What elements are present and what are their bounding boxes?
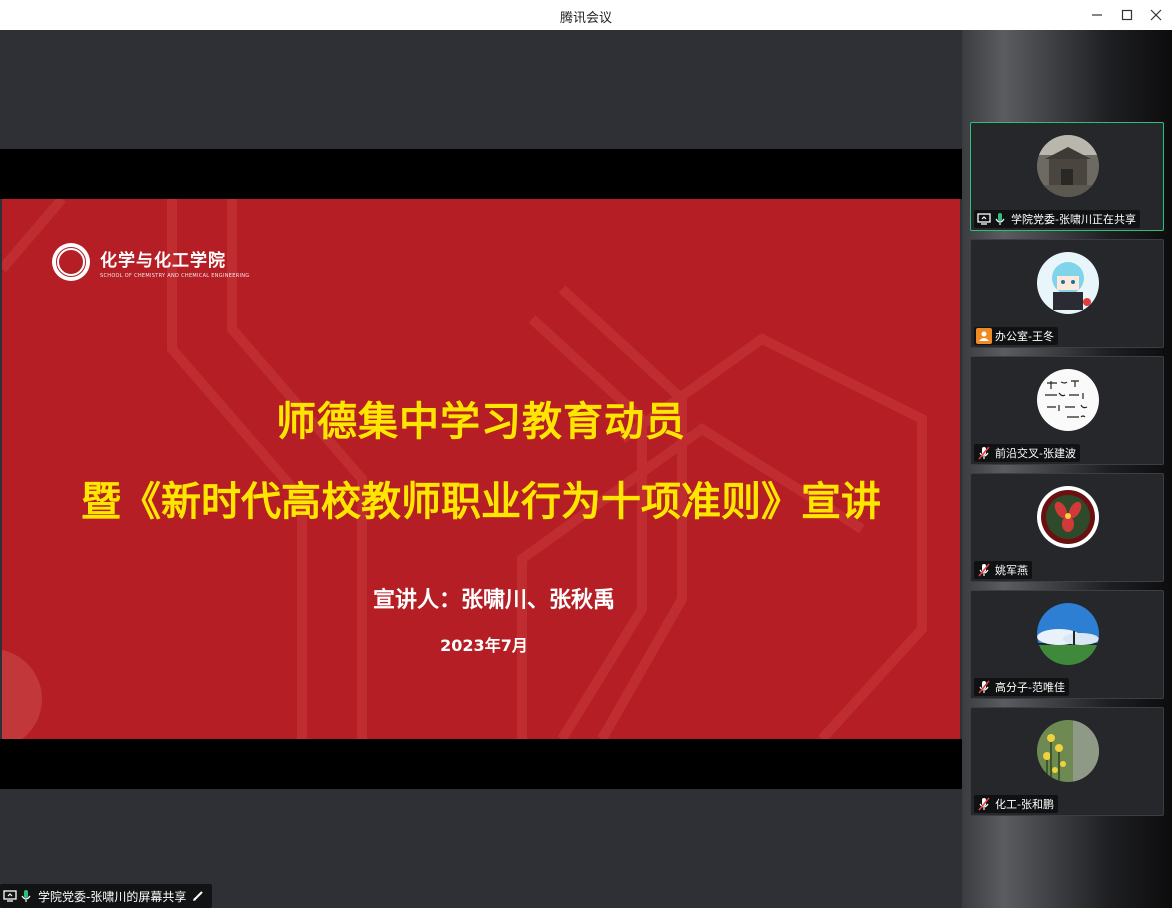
logo-english-name: SCHOOL OF CHEMISTRY AND CHEMICAL ENGINEE… — [100, 272, 250, 279]
participant-name: 高分子-范唯佳 — [995, 681, 1065, 694]
anime-character-icon — [1037, 252, 1099, 314]
annotate-pen-icon[interactable] — [190, 888, 206, 904]
window-titlebar: 腾讯会议 — [0, 0, 1172, 30]
participant-name: 化工-张和鹏 — [995, 798, 1054, 811]
maximize-button[interactable] — [1114, 3, 1140, 27]
calligraphy-icon — [1037, 369, 1099, 431]
letterbox-bottom — [0, 739, 962, 789]
sky-landscape-icon — [1037, 603, 1099, 665]
mic-muted-icon — [976, 562, 992, 578]
participant-name: 姚军燕 — [995, 564, 1028, 577]
share-status-bar[interactable]: 学院党委-张啸川的屏幕共享 — [0, 884, 213, 908]
participant-tile[interactable]: 前沿交叉-张建波 — [970, 356, 1164, 465]
participant-tile[interactable]: 姚军燕 — [970, 473, 1164, 582]
screen-share-icon — [976, 211, 992, 227]
slide-date: 2023年7月 — [440, 636, 528, 655]
screen-share-stage[interactable]: 化学与化工学院 SCHOOL OF CHEMISTRY AND CHEMICAL… — [0, 30, 962, 908]
host-avatar-badge-icon — [976, 328, 992, 344]
window-title: 腾讯会议 — [559, 11, 612, 26]
maximize-icon — [1121, 9, 1133, 21]
close-button[interactable] — [1143, 3, 1169, 27]
college-logo: 化学与化工学院 SCHOOL OF CHEMISTRY AND CHEMICAL… — [52, 243, 249, 281]
building-photo-icon — [1037, 135, 1099, 197]
presentation-slide: 化学与化工学院 SCHOOL OF CHEMISTRY AND CHEMICAL… — [2, 199, 960, 739]
participant-tile[interactable]: 化工-张和鹏 — [970, 707, 1164, 816]
participant-tile[interactable]: 学院党委-张啸川正在共享 — [970, 122, 1164, 231]
mic-on-icon — [18, 888, 34, 904]
participant-tile[interactable]: 高分子-范唯佳 — [970, 590, 1164, 699]
mic-muted-icon — [976, 796, 992, 812]
flower-icon — [1037, 486, 1099, 548]
minimize-icon — [1092, 14, 1102, 16]
slide-title-line1: 师德集中学习教育动员 — [276, 399, 686, 445]
close-icon — [1150, 9, 1162, 21]
slide-speakers: 宣讲人：张啸川、张秋禹 — [372, 588, 615, 613]
participant-name: 办公室-王冬 — [995, 330, 1054, 343]
mic-muted-icon — [976, 679, 992, 695]
participant-name: 学院党委-张啸川正在共享 — [1011, 213, 1136, 226]
minimize-button[interactable] — [1084, 3, 1110, 27]
slide-title-line2: 暨《新时代高校教师职业行为十项准则》宣讲 — [81, 479, 881, 525]
participant-name: 前沿交叉-张建波 — [995, 447, 1076, 460]
participant-tile[interactable]: 办公室-王冬 — [970, 239, 1164, 348]
logo-chinese-name: 化学与化工学院 — [100, 250, 226, 271]
college-seal-icon — [52, 243, 90, 281]
share-label: 学院党委-张啸川的屏幕共享 — [38, 889, 187, 904]
mic-on-icon — [992, 211, 1008, 227]
mic-muted-icon — [976, 445, 992, 461]
yellow-flowers-icon — [1037, 720, 1099, 782]
letterbox-top — [0, 149, 962, 199]
screen-share-icon — [2, 888, 18, 904]
